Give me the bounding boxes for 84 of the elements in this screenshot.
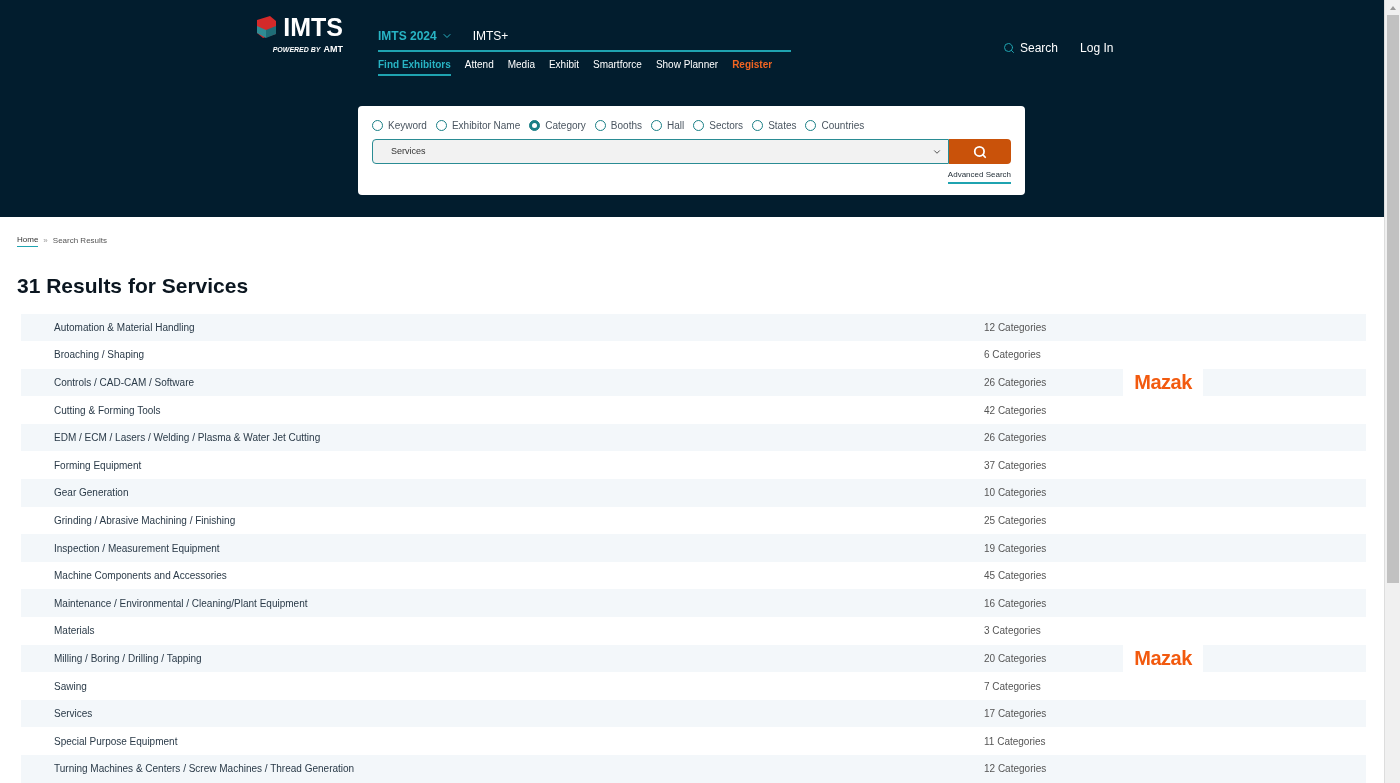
category-count: 10 Categories <box>984 486 1048 501</box>
radio-label[interactable]: Exhibitor Name <box>451 118 521 133</box>
radio-button[interactable] <box>435 120 447 131</box>
results-heading: 31 Results for Services <box>16 273 250 299</box>
category-count: 45 Categories <box>984 569 1048 584</box>
radio-label[interactable]: States <box>768 118 797 133</box>
result-row[interactable]: Turning Machines & Centers / Screw Machines / Thread Generation 12 Categories <box>21 755 1366 783</box>
category-count: 6 Categories <box>984 348 1042 363</box>
radio-label[interactable]: Booths <box>610 118 642 133</box>
result-row[interactable]: Automation & Material Handling 12 Categories <box>21 313 1366 342</box>
category-name[interactable]: Services <box>54 706 984 722</box>
category-name[interactable]: Inspection / Measurement Equipment <box>54 540 984 556</box>
search-link[interactable]: Search <box>1003 39 1059 57</box>
breadcrumb-link[interactable]: Home <box>17 234 39 247</box>
category-name[interactable]: Materials <box>54 623 984 639</box>
category-count: 12 Categories <box>984 762 1048 777</box>
category-name[interactable]: Sawing <box>54 678 984 694</box>
category-count: 11 Categories <box>984 734 1047 749</box>
category-count: 37 Categories <box>984 458 1048 473</box>
scroll-up-icon[interactable] <box>1388 5 1397 11</box>
radio-label[interactable]: Category <box>545 118 586 133</box>
category-select[interactable]: Services <box>372 139 949 164</box>
category-name[interactable]: Cutting & Forming Tools <box>54 402 984 418</box>
result-row[interactable]: Maintenance / Environmental / Cleaning/Plant Equipment 16 Categories <box>21 589 1366 618</box>
advanced-search-link[interactable]: Advanced Search <box>947 169 1011 184</box>
category-count: 7 Categories <box>984 679 1042 694</box>
breadcrumb-current: Search Results <box>52 234 108 247</box>
radio-label[interactable]: Keyword <box>388 118 427 133</box>
category-name[interactable]: Gear Generation <box>54 485 984 501</box>
category-name[interactable]: Turning Machines & Centers / Screw Machines / Thread Generation <box>54 761 984 777</box>
category-name[interactable]: Broaching / Shaping <box>54 347 984 363</box>
radio-button[interactable] <box>594 120 606 131</box>
category-name[interactable]: EDM / ECM / Lasers / Welding / Plasma & Water Jet Cutting <box>54 430 984 446</box>
nav-link[interactable]: Smartforce <box>592 57 642 76</box>
radio-button[interactable] <box>529 120 541 131</box>
category-name[interactable]: Milling / Boring / Drilling / Tapping <box>54 650 984 666</box>
category-count: 3 Categories <box>984 624 1042 639</box>
search-icon <box>1003 42 1015 54</box>
category-count: 12 Categories <box>984 320 1048 335</box>
category-count: 26 Categories <box>984 431 1048 446</box>
radio-label[interactable]: Hall <box>667 118 685 133</box>
radio-button[interactable] <box>372 120 383 131</box>
category-name[interactable]: Forming Equipment <box>54 457 984 473</box>
top-nav-tab[interactable]: IMTS 2024 <box>378 27 453 45</box>
scrollbar[interactable] <box>1384 0 1400 783</box>
nav-link[interactable]: Register <box>732 57 773 76</box>
category-name[interactable]: Machine Components and Accessories <box>54 568 984 584</box>
category-name[interactable]: Automation & Material Handling <box>54 319 984 335</box>
category-name[interactable]: Maintenance / Environmental / Cleaning/Plant Equipment <box>54 595 984 611</box>
radio-button[interactable] <box>752 120 764 131</box>
nav-link[interactable]: Media <box>507 57 535 76</box>
result-row[interactable]: Inspection / Measurement Equipment 19 Categories <box>21 534 1366 562</box>
nav-link[interactable]: Exhibit <box>548 57 579 76</box>
category-count: 20 Categories <box>984 651 1048 666</box>
category-count: 42 Categories <box>984 403 1048 418</box>
nav-link[interactable]: Show Planner <box>655 57 719 76</box>
result-row[interactable]: Controls / CAD-CAM / Software 26 Categories Mazak <box>21 368 1366 397</box>
category-count: 19 Categories <box>984 541 1048 556</box>
scrollbar-thumb[interactable] <box>1386 15 1399 583</box>
result-row[interactable]: Milling / Boring / Drilling / Tapping 20 Categories Mazak <box>21 644 1366 673</box>
category-name[interactable]: Controls / CAD-CAM / Software <box>54 375 984 390</box>
nav-link[interactable]: Attend <box>464 57 494 76</box>
partner-logo-text: AMT <box>323 43 343 56</box>
result-row[interactable]: Services 17 Categories <box>21 699 1366 728</box>
login-link[interactable]: Log In <box>1080 39 1114 57</box>
search-button[interactable] <box>949 139 1011 164</box>
radio-button[interactable] <box>805 120 817 131</box>
category-count: 25 Categories <box>984 513 1048 528</box>
result-row[interactable]: EDM / ECM / Lasers / Welding / Plasma & Water Jet Cutting 26 Categories <box>21 423 1366 452</box>
search-icon <box>973 144 987 159</box>
radio-button[interactable] <box>651 120 662 131</box>
nav-link[interactable]: Find Exhibitors <box>378 57 451 76</box>
category-name[interactable]: Special Purpose Equipment <box>54 733 984 749</box>
category-count: 26 Categories <box>984 376 1048 390</box>
result-row[interactable]: Gear Generation 10 Categories <box>21 479 1366 507</box>
radio-label[interactable]: Countries <box>821 118 865 133</box>
category-count: 16 Categories <box>984 596 1048 611</box>
category-count: 17 Categories <box>984 707 1048 722</box>
breadcrumb-separator: » <box>43 234 48 247</box>
top-nav-tab[interactable]: IMTS+ <box>472 27 509 45</box>
category-name[interactable]: Grinding / Abrasive Machining / Finishing <box>54 512 984 528</box>
radio-button[interactable] <box>693 120 705 131</box>
radio-label[interactable]: Sectors <box>709 118 744 133</box>
logo-text[interactable]: IMTS <box>283 14 343 40</box>
